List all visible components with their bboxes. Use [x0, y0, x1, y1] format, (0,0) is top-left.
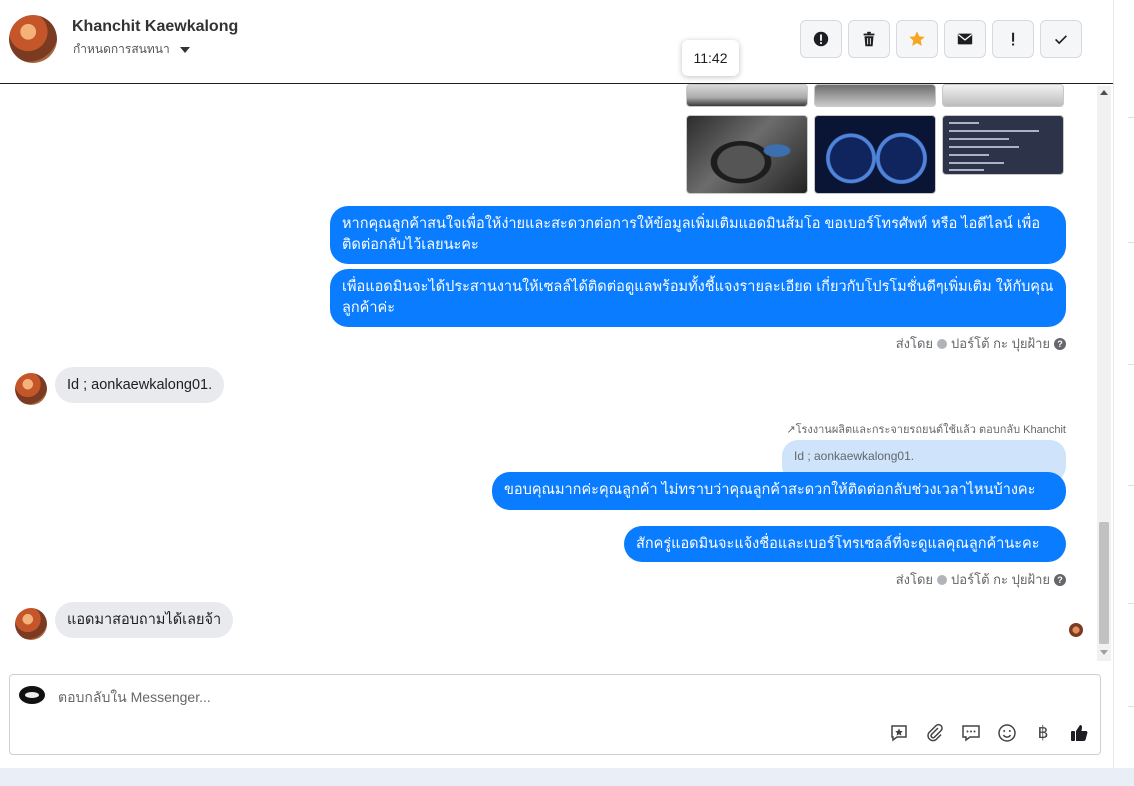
mark-done-button[interactable]	[1040, 20, 1082, 58]
assign-label: กำหนดการสนทนา	[73, 42, 170, 56]
spam-button[interactable]	[800, 20, 842, 58]
attach-button[interactable]	[924, 722, 946, 744]
contact-name[interactable]: Khanchit Kaewkalong	[72, 18, 238, 36]
conversation-header: Khanchit Kaewkalong กำหนดการสนทนา	[0, 0, 1113, 84]
chat-bubbles-icon	[962, 725, 980, 742]
contact-avatar[interactable]	[9, 15, 57, 63]
outgoing-message[interactable]: หากคุณลูกค้าสนใจเพื่อให้ง่ายและสะดวกต่อก…	[330, 206, 1066, 264]
attachment-image[interactable]	[814, 84, 936, 107]
caret-down-icon	[179, 46, 190, 53]
attachment-image[interactable]	[814, 115, 936, 194]
follow-up-button[interactable]	[992, 20, 1034, 58]
outgoing-message[interactable]: สักครู่แอดมินจะแจ้งชื่อและเบอร์โทรเซลล์ท…	[624, 526, 1066, 562]
trash-icon	[863, 31, 875, 47]
right-side-strip	[1113, 0, 1134, 768]
timestamp-tooltip: 11:42	[682, 40, 739, 76]
page-logo	[19, 686, 45, 704]
sender-name: ปอร์โต้ กะ ปุยฝ้าย	[951, 336, 1050, 351]
payment-button[interactable]: ฿	[1032, 722, 1054, 744]
composer-tools: ฿	[888, 722, 1090, 744]
emoji-button[interactable]	[996, 722, 1018, 744]
sent-by-label: ส่งโดย	[895, 572, 934, 587]
check-icon	[1055, 35, 1067, 45]
incoming-message[interactable]: Id ; aonkaewkalong01.	[55, 367, 225, 403]
header-actions	[800, 20, 1082, 58]
sent-by-info: ส่งโดย ปอร์โต้ กะ ปุยฝ้าย ?	[896, 333, 1066, 354]
exclamation-icon	[1012, 32, 1015, 46]
emoji-icon	[998, 724, 1016, 742]
scroll-up-arrow-icon[interactable]	[1100, 90, 1108, 95]
help-icon[interactable]: ?	[1054, 337, 1066, 350]
check-circle-icon	[937, 338, 948, 349]
contact-avatar-small[interactable]	[15, 608, 47, 640]
baht-icon: ฿	[1037, 723, 1049, 742]
sent-by-label: ส่งโดย	[895, 336, 934, 351]
sender-name: ปอร์โต้ กะ ปุยฝ้าย	[951, 572, 1050, 587]
reply-input[interactable]	[58, 687, 858, 707]
help-icon[interactable]: ?	[1054, 573, 1066, 586]
conversation-panel: Khanchit Kaewkalong กำหนดการสนทนา 11:42 …	[0, 0, 1113, 768]
attachment-image[interactable]	[942, 115, 1064, 175]
thumbs-up-icon	[1071, 725, 1088, 741]
star-icon	[909, 31, 925, 46]
seen-indicator-avatar	[1069, 623, 1083, 637]
outgoing-message[interactable]: เพื่อแอดมินจะได้ประสานงานให้เซลล์ได้ติดต…	[330, 269, 1066, 327]
sent-by-info: ส่งโดย ปอร์โต้ กะ ปุยฝ้าย ?	[896, 569, 1066, 590]
mail-icon	[957, 33, 973, 45]
outgoing-message[interactable]: ขอบคุณมากค่ะคุณลูกค้า ไม่ทราบว่าคุณลูกค้…	[492, 472, 1066, 510]
scroll-down-arrow-icon[interactable]	[1100, 650, 1108, 655]
alert-circle-icon	[813, 31, 829, 47]
contact-avatar-small[interactable]	[15, 373, 47, 405]
star-button[interactable]	[896, 20, 938, 58]
reply-meta: ↗โรงงานผลิตและกระจายรถยนต์ใช้แล้ว ตอบกลั…	[786, 420, 1066, 438]
reply-meta-text: โรงงานผลิตและกระจายรถยนต์ใช้แล้ว ตอบกลับ…	[795, 424, 1066, 436]
scrollbar-thumb[interactable]	[1099, 522, 1109, 644]
attachment-image[interactable]	[686, 84, 808, 107]
saved-reply-icon	[891, 725, 907, 742]
mark-unread-button[interactable]	[944, 20, 986, 58]
assign-conversation-dropdown[interactable]: กำหนดการสนทนา	[73, 40, 190, 59]
attachment-image[interactable]	[942, 84, 1064, 107]
quick-replies-button[interactable]	[960, 722, 982, 744]
like-button[interactable]	[1068, 722, 1090, 744]
check-circle-icon	[937, 574, 948, 585]
saved-reply-button[interactable]	[888, 722, 910, 744]
message-composer: ฿	[9, 674, 1101, 755]
attachment-icon	[927, 723, 943, 742]
reply-arrow-icon: ↗	[786, 424, 796, 436]
incoming-message[interactable]: แอดมาสอบถามได้เลยจ้า	[55, 602, 234, 638]
delete-button[interactable]	[848, 20, 890, 58]
attachment-image[interactable]	[686, 115, 808, 194]
